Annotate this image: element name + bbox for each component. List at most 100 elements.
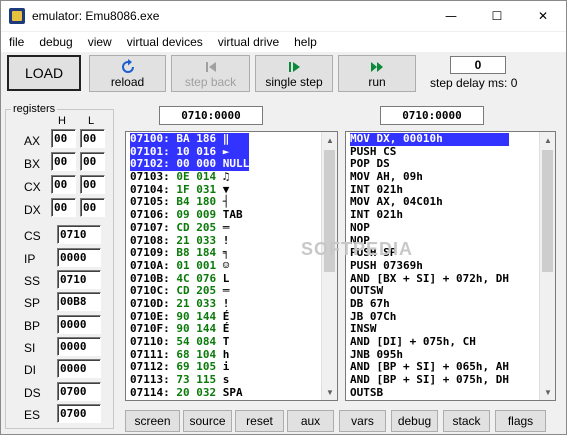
close-button[interactable]: ✕ xyxy=(520,1,566,31)
memory-line-hex: 68 xyxy=(176,347,190,361)
memory-line-char: SPA xyxy=(222,385,243,399)
reg-dx-label: DX xyxy=(24,203,41,217)
memory-line-decimal: 033 xyxy=(196,296,217,310)
memory-line-address: 0710E: xyxy=(130,309,170,323)
aux-button[interactable]: aux xyxy=(287,410,334,432)
vars-button[interactable]: vars xyxy=(339,410,386,432)
load-button[interactable]: LOAD xyxy=(7,55,81,91)
reset-button[interactable]: reset xyxy=(235,410,284,432)
disassembly-line[interactable]: NOP xyxy=(350,221,509,235)
reg-di-value[interactable]: 0000 xyxy=(57,359,101,378)
memory-line-address: 07102: xyxy=(130,157,170,171)
reg-bp-value[interactable]: 0000 xyxy=(57,315,101,334)
menu-virtual-drive[interactable]: virtual drive xyxy=(210,35,286,49)
step-back-button[interactable]: step back xyxy=(171,55,250,92)
title-bar[interactable]: emulator: Emu8086.exe — ☐ ✕ xyxy=(1,1,566,31)
reg-ss-value[interactable]: 0710 xyxy=(57,270,101,289)
reg-ip-value[interactable]: 0000 xyxy=(57,248,101,267)
disassembly-line[interactable]: INT 021h xyxy=(350,208,509,222)
menu-view[interactable]: view xyxy=(80,35,119,49)
memory-line-char: ♫ xyxy=(222,170,230,184)
reg-cx-l[interactable]: 00 xyxy=(80,175,105,194)
disassembly-line[interactable]: AND [DI] + 075h, CH xyxy=(350,335,509,349)
memory-line-hex: 21 xyxy=(176,233,190,247)
memory-line-address: 0710C: xyxy=(130,284,170,298)
memory-list[interactable]: 07100: BA 186 ‖ 07101: 10 016 ► 07102: 00 … xyxy=(125,131,338,401)
memory-line-decimal: 144 xyxy=(196,309,217,323)
disassembly-line[interactable]: DB 67h xyxy=(350,297,509,311)
menu-file[interactable]: file xyxy=(1,35,31,49)
screen-button[interactable]: screen xyxy=(125,410,180,432)
run-icon xyxy=(369,59,385,75)
disassembly-line[interactable]: MOV DX, 00010h xyxy=(350,132,509,146)
memory-line-address: 07109: xyxy=(130,246,170,260)
disassembly-list[interactable]: MOV DX, 00010h PUSH CS POP DS MOV AH, 09h IN… xyxy=(345,131,556,401)
window-title: emulator: Emu8086.exe xyxy=(32,9,160,23)
memory-line-hex: BA xyxy=(176,132,190,145)
reg-ax-h[interactable]: 00 xyxy=(51,129,76,148)
reg-ax-l[interactable]: 00 xyxy=(80,129,105,148)
reg-dx-h[interactable]: 00 xyxy=(51,198,76,217)
reg-cs-value[interactable]: 0710 xyxy=(57,225,101,244)
menu-virtual-devices[interactable]: virtual devices xyxy=(119,35,210,49)
memory-line-decimal: 144 xyxy=(196,322,217,336)
single-step-button[interactable]: single step xyxy=(255,55,333,92)
memory-address-input[interactable]: 0710:0000 xyxy=(159,106,263,125)
stack-button[interactable]: stack xyxy=(443,410,490,432)
watermark: SOFTPEDIA xyxy=(301,239,414,259)
memory-line-decimal: 115 xyxy=(196,373,217,387)
step-back-label: step back xyxy=(184,74,237,89)
memory-line-hex: 54 xyxy=(176,335,190,348)
scroll-down-icon[interactable]: ▼ xyxy=(540,384,555,400)
memory-line-char: ! xyxy=(222,296,230,310)
disassembly-line[interactable]: MOV AH, 09h xyxy=(350,170,509,184)
memory-line-hex: CD xyxy=(176,220,190,234)
minimize-button[interactable]: — xyxy=(428,1,474,31)
memory-line-address: 0710F: xyxy=(130,322,170,336)
disasm-scroll-thumb[interactable] xyxy=(542,150,553,272)
maximize-button[interactable]: ☐ xyxy=(474,1,520,31)
memory-line-address: 07108: xyxy=(130,233,170,247)
memory-line[interactable]: 07115: 70 112 p xyxy=(130,399,249,400)
scroll-up-icon[interactable]: ▲ xyxy=(322,132,337,148)
reg-sp-value[interactable]: 00B8 xyxy=(57,292,101,311)
reload-button[interactable]: reload xyxy=(89,55,166,92)
memory-line-char: ▼ xyxy=(222,182,230,196)
memory-line-hex: 00 xyxy=(176,157,190,171)
reg-dx-l[interactable]: 00 xyxy=(80,198,105,217)
memory-scrollbar[interactable]: ▲ ▼ xyxy=(321,132,337,400)
reg-ds-value[interactable]: 0700 xyxy=(57,382,101,401)
scroll-down-icon[interactable]: ▼ xyxy=(322,384,337,400)
reg-es-value[interactable]: 0700 xyxy=(57,404,101,423)
app-icon xyxy=(9,8,25,24)
menu-help[interactable]: help xyxy=(286,35,324,49)
memory-line-decimal: 009 xyxy=(196,208,217,222)
memory-line-char: É xyxy=(222,309,230,323)
memory-line-hex: B4 xyxy=(176,195,190,209)
disassembly-line[interactable]: PUSH 07369h xyxy=(350,259,509,273)
memory-line-char: ═ xyxy=(222,284,230,298)
memory-line-hex: 90 xyxy=(176,322,190,336)
high-byte-label: H xyxy=(58,115,66,127)
disasm-scrollbar[interactable]: ▲ ▼ xyxy=(539,132,555,400)
memory-line-char: TAB xyxy=(222,208,243,222)
reg-bx-h[interactable]: 00 xyxy=(51,152,76,171)
debug-button[interactable]: debug xyxy=(391,410,438,432)
menu-bar: file debug view virtual devices virtual … xyxy=(1,32,566,52)
run-button[interactable]: run xyxy=(338,55,416,92)
flags-button[interactable]: flags xyxy=(495,410,546,432)
reg-cx-label: CX xyxy=(24,180,41,194)
memory-line-char: ┤ xyxy=(222,195,230,209)
scroll-up-icon[interactable]: ▲ xyxy=(540,132,555,148)
menu-debug[interactable]: debug xyxy=(31,35,79,49)
reg-es-label: ES xyxy=(24,408,41,422)
disassembly-lines: MOV DX, 00010h PUSH CS POP DS MOV AH, 09h IN… xyxy=(350,132,509,400)
source-button[interactable]: source xyxy=(183,410,232,432)
disasm-address-input[interactable]: 0710:0000 xyxy=(380,106,484,125)
reg-si-value[interactable]: 0000 xyxy=(57,337,101,356)
reg-bx-l[interactable]: 00 xyxy=(80,152,105,171)
disassembly-line[interactable]: AND [BP + SI] + 075h, DH xyxy=(350,373,509,387)
disassembly-line[interactable]: OUTSB xyxy=(350,386,509,400)
reg-cx-h[interactable]: 00 xyxy=(51,175,76,194)
step-delay-input[interactable]: 0 xyxy=(450,56,506,74)
